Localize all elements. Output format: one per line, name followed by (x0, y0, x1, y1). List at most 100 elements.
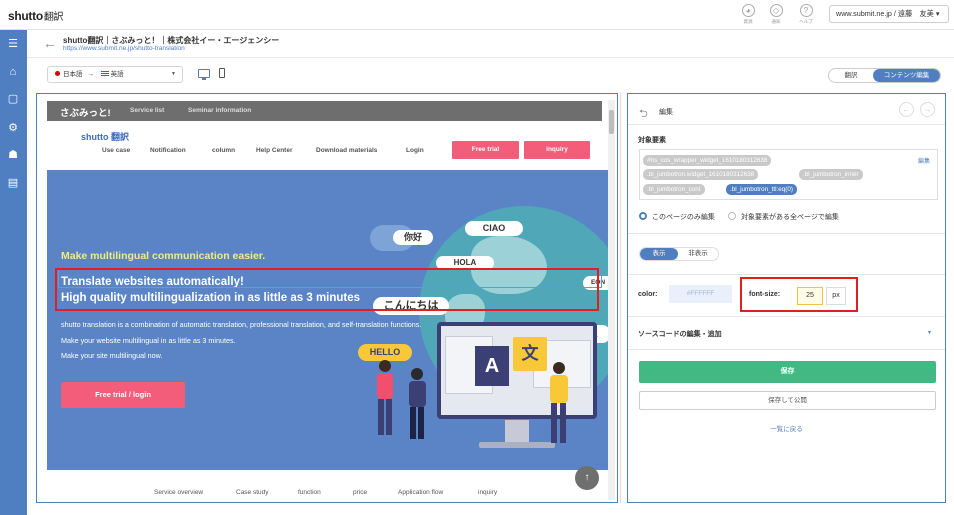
hero-section: 你好 CIAO HOLA EON こんにちは 안녕하세요 HELLO A 文 (47, 170, 609, 470)
home-icon[interactable]: ⌂ (6, 65, 20, 79)
selector-tag-active[interactable]: .bl_jumbotron_ttl:eq(0) (726, 184, 798, 195)
divider (628, 124, 945, 125)
menu-icon[interactable]: ☰ (6, 37, 20, 51)
language-select[interactable]: 日本語 → 英語 ▼ (47, 66, 183, 83)
hero-desc-2: Make your website multilingual in as lit… (61, 336, 236, 345)
site-inquiry-button[interactable]: inquiry (524, 141, 590, 159)
lang-to: 英語 (110, 71, 124, 78)
back-arrow-icon[interactable]: ← (43, 35, 57, 51)
hero-desc-1: shutto translation is a combination of a… (61, 320, 422, 329)
help-icon: ? (799, 4, 813, 17)
hide-button[interactable]: 非表示 (678, 248, 718, 260)
app-logo[interactable]: shutto翻訳 (8, 8, 64, 23)
monitor-a-glyph: A (475, 346, 509, 386)
site-nav-login[interactable]: Login (406, 147, 424, 154)
hero-free-trial-button[interactable]: Free trial / login (61, 382, 185, 408)
save-button[interactable]: 保存 (639, 361, 936, 383)
page-url[interactable]: https://www.submit.ne.jp/shutto-translat… (63, 45, 185, 52)
preview-scrollbar[interactable] (608, 100, 615, 500)
scroll-top-button[interactable]: ↑ (575, 466, 599, 490)
page-icon[interactable]: ▢ (6, 92, 20, 106)
site-top-bar: さぶみっと! Service list Seminar information (47, 101, 602, 121)
selector-tag[interactable]: .bl_jumbotron_inner (799, 169, 863, 180)
site-link-seminar[interactable]: Seminar information (188, 107, 251, 114)
site-logo[interactable]: shutto 翻訳 (81, 130, 129, 143)
visibility-toggle: 表示 非表示 (639, 247, 719, 261)
site-brand[interactable]: さぶみっと! (60, 105, 111, 119)
tab-translate[interactable]: 翻訳 (829, 69, 873, 82)
selector-tags-box: #hs_cos_wrapper_widget_16101803126​38 .b… (639, 149, 938, 200)
back-to-list-link[interactable]: 一覧に戻る (628, 423, 945, 433)
resource-icon-button[interactable]: ◕ 資源 (737, 4, 759, 25)
edit-selector-link[interactable]: 編集 (918, 156, 930, 165)
help-icon-button[interactable]: ? ヘルプ (795, 4, 817, 25)
footer-nav-function[interactable]: function (298, 489, 321, 496)
header-divider (27, 57, 954, 58)
bubble-nihao: 你好 (393, 230, 433, 245)
person-illustration (409, 368, 426, 439)
save-and-publish-button[interactable]: 保存して公開 (639, 391, 936, 410)
selector-tag[interactable]: .bl_jumbotron_cont (643, 184, 705, 195)
selector-tag[interactable]: .bl_jumbotron.widget_16101803126​38 (643, 169, 759, 180)
site-nav-download[interactable]: Download materials (316, 147, 377, 154)
help-label: ヘルプ (799, 19, 813, 24)
next-arrow-icon[interactable]: → (920, 102, 935, 117)
hero-desc-3: Make your site multilingual now. (61, 351, 163, 360)
radio-this-page[interactable] (639, 212, 647, 220)
mobile-view-icon[interactable] (219, 68, 225, 78)
chevron-down-icon: ▼ (171, 71, 176, 77)
logo-sub-text: 翻訳 (43, 12, 64, 23)
hero-tagline: Make multilingual communication easier. (61, 250, 266, 262)
logo-text: shutto (8, 9, 43, 23)
footer-nav-service-overview[interactable]: Service overview (154, 489, 203, 496)
site-link-service-list[interactable]: Service list (130, 107, 164, 114)
footer-nav-case-study[interactable]: Case study (236, 489, 269, 496)
notification-icon-button[interactable]: ◇ 通知 (765, 4, 787, 25)
return-icon: ⮌ (639, 108, 648, 120)
scrollbar-thumb[interactable] (609, 110, 614, 134)
target-element-heading: 対象要素 (638, 137, 666, 144)
site-nav-notification[interactable]: Notification (150, 147, 186, 154)
color-input[interactable]: #FFFFFF (669, 285, 732, 303)
site-nav-column[interactable]: column (212, 147, 235, 154)
chevron-down-icon[interactable]: ▾ (928, 329, 931, 336)
footer-nav-inquiry[interactable]: inquiry (478, 489, 497, 496)
footer-nav-application-flow[interactable]: Application flow (398, 489, 443, 496)
prev-arrow-icon[interactable]: ← (899, 102, 914, 117)
site-free-trial-button[interactable]: Free trial (452, 141, 519, 159)
panel-header-label: 編集 (659, 109, 673, 116)
radio-all-pages-label[interactable]: 対象要素がある全ページで編集 (741, 212, 839, 222)
top-bar: shutto翻訳 ◕ 資源 ◇ 通知 ? ヘルプ www.submit.ne.j… (0, 0, 954, 30)
resource-label: 資源 (743, 19, 753, 24)
footer-nav-price[interactable]: price (353, 489, 367, 496)
lang-arrow: → (87, 71, 94, 78)
divider (628, 349, 945, 350)
account-select[interactable]: www.submit.ne.jp / 遠藤 友美 ▾ (829, 5, 949, 23)
site-nav-use-case[interactable]: Use case (102, 147, 130, 154)
notification-icon: ◇ (769, 4, 783, 17)
color-label: color: (638, 291, 658, 298)
monitor-stand (505, 420, 529, 442)
tab-content-edit[interactable]: コンテンツ編集 (873, 69, 940, 82)
settings-icon[interactable]: ⚙ (6, 121, 20, 135)
desktop-view-icon[interactable] (198, 69, 210, 80)
divider (628, 316, 945, 317)
radio-all-pages[interactable] (728, 212, 736, 220)
selector-tag[interactable]: #hs_cos_wrapper_widget_16101803126​38 (643, 155, 772, 166)
site-nav-help-center[interactable]: Help Center (256, 147, 292, 154)
document-icon[interactable]: ▤ (6, 176, 20, 190)
notification-label: 通知 (771, 19, 781, 24)
divider (628, 233, 945, 234)
resource-icon: ◕ (741, 4, 755, 17)
us-flag-icon (100, 71, 109, 76)
users-icon[interactable]: ☗ (6, 148, 20, 162)
bubble-ciao: CIAO (465, 221, 523, 236)
radio-this-page-label[interactable]: このページのみ編集 (652, 212, 715, 222)
sidebar: ☰ ⌂ ▢ ⚙ ☗ ▤ (0, 30, 27, 515)
show-button[interactable]: 表示 (640, 248, 678, 260)
highlight-box (740, 277, 858, 312)
source-code-toggle[interactable]: ソースコードの編集・追加 (638, 329, 722, 339)
mode-toggle: 翻訳 コンテンツ編集 (828, 68, 941, 83)
highlight-box (55, 268, 599, 311)
lang-from: 日本語 (63, 71, 83, 78)
